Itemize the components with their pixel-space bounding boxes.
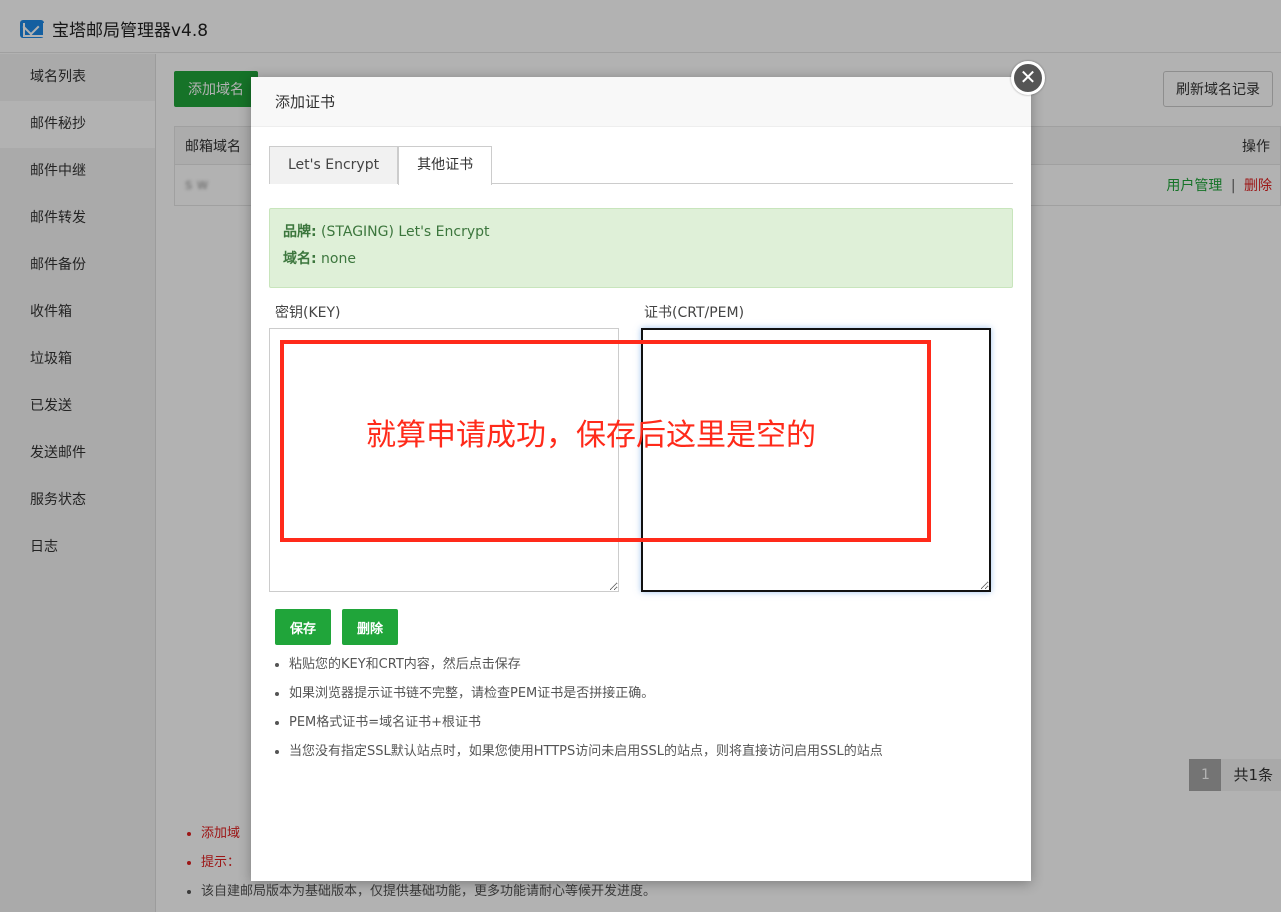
delete-button[interactable]: 删除 — [342, 609, 398, 645]
save-button[interactable]: 保存 — [275, 609, 331, 645]
help-item: PEM格式证书=域名证书+根证书 — [289, 713, 883, 742]
brand-value: (STAGING) Let's Encrypt — [316, 224, 490, 240]
cert-label: 证书(CRT/PEM) — [644, 305, 745, 321]
certificate-info-box: 品牌: (STAGING) Let's Encrypt 域名: none — [269, 208, 1013, 288]
key-label: 密钥(KEY) — [275, 305, 341, 321]
add-certificate-dialog: 添加证书 ✕ Let's Encrypt 其他证书 品牌: (STAGING) … — [251, 61, 1045, 881]
help-item: 粘贴您的KEY和CRT内容，然后点击保存 — [289, 655, 883, 684]
brand-key: 品牌: — [283, 224, 317, 240]
brand-line: 品牌: (STAGING) Let's Encrypt — [283, 221, 999, 248]
help-item: 当您没有指定SSL默认站点时，如果您使用HTTPS访问未启用SSL的站点，则将直… — [289, 742, 883, 771]
tab-lets-encrypt[interactable]: Let's Encrypt — [269, 146, 399, 184]
domain-value: none — [316, 251, 356, 267]
certificate-tabs: Let's Encrypt 其他证书 — [269, 146, 1013, 185]
dialog-title: 添加证书 — [251, 77, 1031, 127]
domain-line: 域名: none — [283, 248, 999, 275]
domain-key: 域名: — [283, 251, 317, 267]
help-list: 粘贴您的KEY和CRT内容，然后点击保存 如果浏览器提示证书链不完整，请检查PE… — [289, 655, 883, 771]
tab-other-certificate[interactable]: 其他证书 — [398, 146, 493, 185]
close-icon[interactable]: ✕ — [1011, 61, 1045, 95]
annotation-text: 就算申请成功，保存后这里是空的 — [366, 418, 816, 453]
help-item: 如果浏览器提示证书链不完整，请检查PEM证书是否拼接正确。 — [289, 684, 883, 713]
